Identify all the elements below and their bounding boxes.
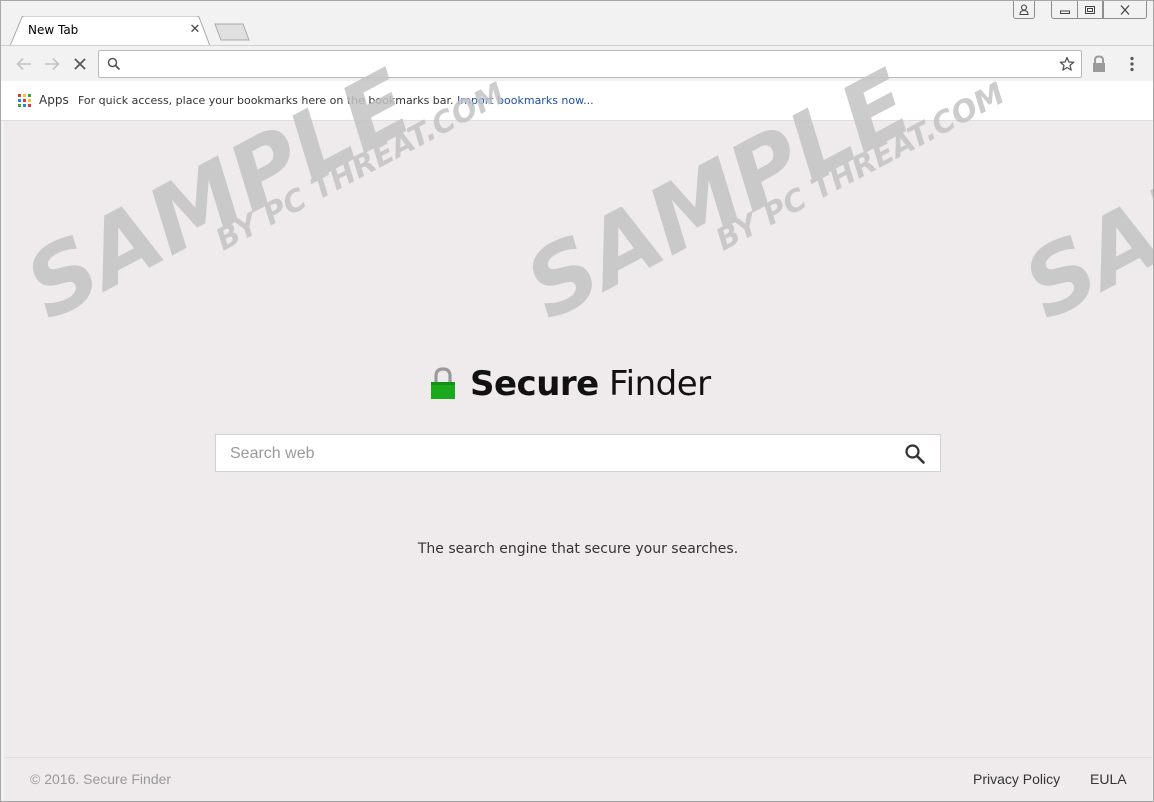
browser-toolbar: [1, 45, 1153, 81]
bookmarks-bar: Apps For quick access, place your bookma…: [1, 81, 1153, 121]
menu-icon: [1130, 56, 1134, 72]
logo-text-regular: Finder: [598, 364, 711, 404]
tab-title: New Tab: [28, 23, 79, 37]
apps-shortcut[interactable]: Apps: [18, 93, 69, 107]
apps-label: Apps: [39, 93, 69, 107]
privacy-policy-link[interactable]: Privacy Policy: [973, 771, 1060, 787]
web-search-input[interactable]: [230, 443, 880, 465]
back-arrow-icon: [16, 57, 31, 71]
star-icon[interactable]: [1059, 56, 1075, 72]
apps-grid-icon: [18, 93, 31, 107]
forward-arrow-icon: [45, 57, 60, 71]
new-tab-button[interactable]: [214, 23, 250, 41]
padlock-icon: [431, 367, 455, 399]
bookmarks-hint-text: For quick access, place your bookmarks h…: [78, 94, 454, 107]
close-window-button[interactable]: [1103, 1, 1147, 19]
user-icon: [1019, 4, 1029, 15]
page-footer: © 2016. Secure Finder Privacy Policy EUL…: [4, 757, 1152, 801]
lock-icon[interactable]: [1091, 55, 1107, 73]
close-icon: [1120, 4, 1130, 15]
address-bar[interactable]: [98, 50, 1082, 78]
logo-text-bold: Secure: [470, 364, 599, 404]
copyright-text: © 2016. Secure Finder: [30, 771, 172, 787]
back-button[interactable]: [13, 53, 35, 75]
eula-link[interactable]: EULA: [1090, 771, 1127, 787]
profile-button[interactable]: [1013, 1, 1035, 19]
forward-button[interactable]: [41, 53, 63, 75]
minimize-button[interactable]: [1051, 1, 1077, 19]
stop-icon: [74, 58, 86, 70]
menu-button[interactable]: [1125, 54, 1139, 74]
tab-close-icon[interactable]: ✕: [188, 22, 202, 36]
maximize-icon: [1085, 5, 1095, 14]
web-search-box: [215, 434, 941, 472]
logo-text: Secure Finder: [470, 364, 711, 404]
import-bookmarks-link[interactable]: Import bookmarks now...: [457, 94, 594, 107]
window-controls: [1013, 1, 1147, 19]
secure-finder-logo: Secure Finder: [430, 364, 711, 404]
search-icon: [107, 57, 121, 71]
address-input[interactable]: [127, 54, 1047, 74]
stop-button[interactable]: [69, 53, 91, 75]
browser-window: New Tab ✕ Apps For quick access, place y…: [0, 0, 1154, 802]
tab-new-tab[interactable]: New Tab ✕: [10, 16, 210, 46]
bookmarks-hint: For quick access, place your bookmarks h…: [78, 94, 594, 107]
minimize-icon: [1059, 10, 1070, 14]
maximize-button[interactable]: [1077, 1, 1103, 19]
page-content: Secure Finder The search engine that sec…: [4, 121, 1152, 801]
tab-strip: New Tab ✕: [1, 1, 1153, 46]
search-submit-icon[interactable]: [904, 443, 926, 465]
tagline: The search engine that secure your searc…: [417, 541, 739, 557]
